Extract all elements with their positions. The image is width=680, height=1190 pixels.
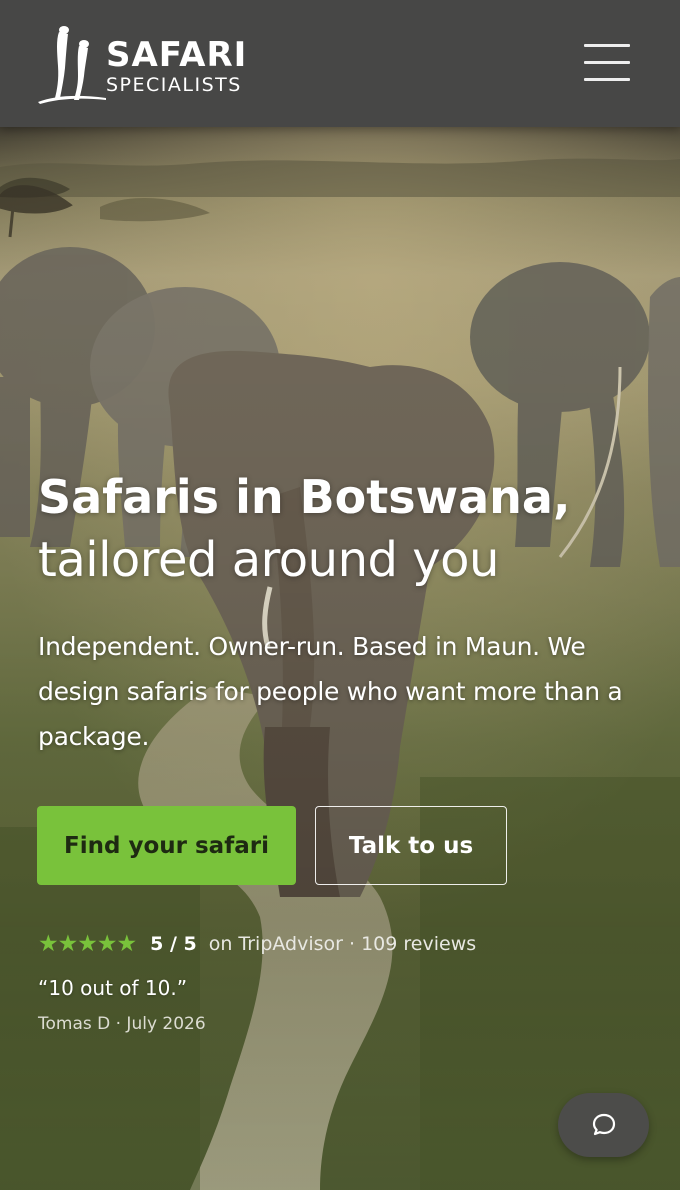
rating-row: ★★★★★ 5 / 5 on TripAdvisor · 109 reviews — [38, 929, 476, 959]
site-header: SAFARI SPECIALISTS — [0, 0, 680, 127]
meerkat-logo-icon — [38, 26, 106, 104]
hamburger-menu-icon[interactable] — [584, 44, 630, 82]
star-rating-icon: ★★★★★ — [38, 930, 137, 957]
hero-intro-text: Independent. Owner-run. Based in Maun. W… — [38, 632, 623, 751]
chat-bubble-icon — [592, 1113, 615, 1136]
testimonial-quote: “10 out of 10.” — [38, 976, 188, 1000]
hero-subheading: tailored around you — [38, 532, 499, 588]
testimonial-author: Tomas D · July 2026 — [38, 1014, 206, 1034]
chat-button[interactable] — [558, 1093, 649, 1157]
logo[interactable]: SAFARI SPECIALISTS — [36, 22, 256, 104]
hero-heading: Safaris in Botswana, — [38, 470, 571, 524]
logo-title: SAFARI — [106, 35, 248, 75]
find-your-safari-button[interactable]: Find your safari — [37, 806, 296, 885]
talk-to-us-button[interactable]: Talk to us — [315, 806, 507, 885]
logo-subtitle: SPECIALISTS — [106, 74, 242, 96]
rating-source[interactable]: on TripAdvisor · 109 reviews — [209, 933, 476, 955]
rating-score: 5 / 5 — [150, 933, 197, 955]
